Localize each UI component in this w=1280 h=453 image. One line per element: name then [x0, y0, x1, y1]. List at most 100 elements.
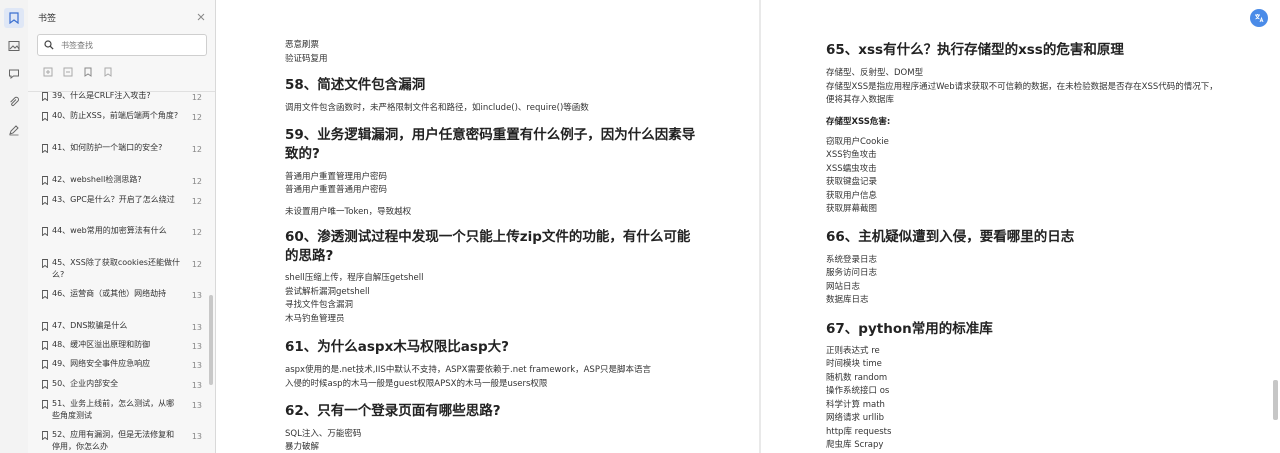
side-rail	[0, 0, 29, 453]
body-text: 系统登录日志	[826, 255, 878, 265]
bookmark-search-box[interactable]	[37, 34, 207, 56]
close-icon	[197, 13, 205, 21]
bookmark-item-icon	[42, 339, 52, 351]
document-page-right: 65、xss有什么？执行存储型的xss的危害和原理 存储型、反射型、DOM型 存…	[761, 0, 1280, 453]
bookmark-page-number: 13	[191, 323, 202, 332]
body-text: 调用文件包含函数时，未严格限制文件名和路径，如include()、require…	[285, 103, 589, 113]
bookmark-panel: 书签 39、什么是CRLF注入攻击? 12 40、防止XSS，前端后端两个角度? 1…	[28, 0, 216, 453]
section-heading: 58、简述文件包含漏洞	[285, 77, 426, 93]
expand-all-button[interactable]	[42, 66, 54, 78]
bookmark-item-icon	[42, 429, 52, 441]
bookmark-item[interactable]: 45、XSS除了获取cookies还能做什么? 12	[42, 257, 208, 281]
bookmark-label: 41、如何防护一个端口的安全?	[52, 143, 163, 152]
bookmark-page-number: 13	[191, 291, 202, 300]
body-text: 寻找文件包含漏洞	[285, 300, 354, 310]
bookmark-page-number: 12	[191, 260, 202, 269]
bookmark-label: 48、缓冲区溢出原理和防御	[52, 340, 151, 349]
bookmark-panel-button[interactable]	[4, 8, 24, 28]
collapse-icon	[63, 67, 73, 77]
list-item: 获取键盘记录	[826, 177, 878, 187]
close-panel-button[interactable]	[197, 13, 205, 21]
bookmark-item-icon	[42, 398, 52, 410]
image-icon	[8, 41, 20, 51]
bookmark-item[interactable]: 52、应用有漏洞，但是无法修复和停用，你怎么办 13	[42, 429, 208, 453]
body-text: 操作系统接口 os	[826, 386, 890, 396]
bookmark-label: 39、什么是CRLF注入攻击?	[52, 91, 151, 100]
section-heading: 62、只有一个登录页面有哪些思路?	[285, 403, 501, 419]
bookmark-label: 44、web常用的加密算法有什么	[52, 226, 167, 235]
body-text: 普通用户重置普通用户密码	[285, 185, 388, 195]
bookmark-page-number: 12	[191, 228, 202, 237]
body-text: 便将其存入数据库	[826, 95, 895, 105]
add-bookmark-button[interactable]	[82, 66, 94, 78]
bookmark-item[interactable]: 41、如何防护一个端口的安全? 12	[42, 142, 208, 154]
bookmark-page-number: 12	[191, 177, 202, 186]
body-text: 爬虫库 Scrapy	[826, 440, 884, 450]
bookmark-page-number: 13	[191, 361, 202, 370]
body-text: SQL注入、万能密码	[285, 429, 362, 439]
list-item: 窃取用户Cookie	[826, 137, 889, 147]
bookmark-item[interactable]: 51、业务上线前，怎么测试，从哪些角度测试 13	[42, 398, 208, 422]
bookmark-toolbar	[28, 56, 215, 86]
bookmark-label: 42、webshell检测思路?	[52, 175, 142, 184]
bookmark-item-icon	[42, 110, 52, 122]
assistant-button[interactable]	[1250, 9, 1268, 27]
body-text: 存储型、反射型、DOM型	[826, 68, 924, 78]
bookmark-label: 50、企业内部安全	[52, 379, 119, 388]
bookmark-item[interactable]: 43、GPC是什么？开启了怎么绕过 12	[42, 194, 208, 206]
bookmark-item[interactable]: 47、DNS欺骗是什么 13	[42, 320, 208, 332]
bookmark-label: 52、应用有漏洞，但是无法修复和停用，你怎么办	[52, 430, 175, 451]
bookmark-item[interactable]: 42、webshell检测思路? 12	[42, 174, 208, 186]
bookmark-scrollbar[interactable]	[209, 295, 213, 385]
bookmark-item[interactable]: 48、缓冲区溢出原理和防御 13	[42, 339, 208, 351]
bookmark-page-number: 12	[191, 145, 202, 154]
bookmark-label: 43、GPC是什么？开启了怎么绕过	[52, 195, 175, 204]
section-heading: 65、xss有什么？执行存储型的xss的危害和原理	[826, 42, 1124, 58]
bookmark-label: 46、运营商（或其他）网络劫持	[52, 289, 167, 298]
panel-header: 书签	[28, 0, 215, 34]
bookmark-item[interactable]: 40、防止XSS，前端后端两个角度? 12	[42, 110, 208, 122]
bookmark-page-number: 12	[191, 197, 202, 206]
bookmark-item-icon	[42, 358, 52, 370]
list-item: XSS钓鱼攻击	[826, 150, 877, 160]
thumbnail-panel-button[interactable]	[4, 36, 24, 56]
bookmark-search-input[interactable]	[59, 39, 193, 51]
list-item: 获取屏幕截图	[826, 204, 878, 214]
bookmark-item-icon	[42, 225, 52, 237]
signature-panel-button[interactable]	[4, 120, 24, 140]
bookmark-item-icon	[42, 90, 52, 102]
section-heading: 59、业务逻辑漏洞，用户任意密码重置有什么例子，因为什么因素导	[285, 127, 696, 143]
section-heading: 66、主机疑似遭到入侵，要看哪里的日志	[826, 229, 1075, 245]
section-heading: 的思路?	[285, 248, 334, 264]
body-text: 服务访问日志	[826, 268, 878, 278]
collapse-all-button[interactable]	[62, 66, 74, 78]
body-text: 恶意刷票	[285, 40, 320, 50]
bookmark-label: 51、业务上线前，怎么测试，从哪些角度测试	[52, 399, 175, 420]
document-scrollbar[interactable]	[1273, 380, 1278, 420]
bookmark-item[interactable]: 46、运营商（或其他）网络劫持 13	[42, 288, 208, 300]
bookmark-remove-icon	[104, 67, 112, 77]
bookmark-item-icon	[42, 257, 52, 269]
section-heading: 致的?	[285, 146, 320, 162]
bookmark-item[interactable]: 44、web常用的加密算法有什么 12	[42, 225, 208, 237]
search-icon	[44, 40, 54, 50]
delete-bookmark-button[interactable]	[102, 66, 114, 78]
document-page-left: 恶意刷票 验证码复用 58、简述文件包含漏洞 调用文件包含函数时，未严格限制文件…	[216, 0, 759, 453]
body-text: 暴力破解	[285, 442, 320, 452]
translate-icon	[1255, 14, 1264, 23]
bookmark-label: 45、XSS除了获取cookies还能做什么?	[52, 258, 180, 279]
bookmark-page-number: 13	[191, 342, 202, 351]
list-item: 获取用户信息	[826, 191, 878, 201]
comment-panel-button[interactable]	[4, 64, 24, 84]
bookmark-item-icon	[42, 320, 52, 332]
body-text: 网站日志	[826, 282, 861, 292]
attachment-panel-button[interactable]	[4, 92, 24, 112]
body-text: 入侵的时候asp的木马一般是guest权限APSX的木马一般是users权限	[285, 379, 548, 389]
bookmark-item[interactable]: 49、网络安全事件应急响应 13	[42, 358, 208, 370]
body-text: 网络请求 urllib	[826, 413, 885, 423]
pen-icon	[9, 125, 19, 136]
comment-icon	[9, 69, 19, 80]
bookmark-item-icon	[42, 194, 52, 206]
bookmark-item[interactable]: 39、什么是CRLF注入攻击? 12	[42, 90, 208, 102]
bookmark-item[interactable]: 50、企业内部安全 13	[42, 378, 208, 390]
